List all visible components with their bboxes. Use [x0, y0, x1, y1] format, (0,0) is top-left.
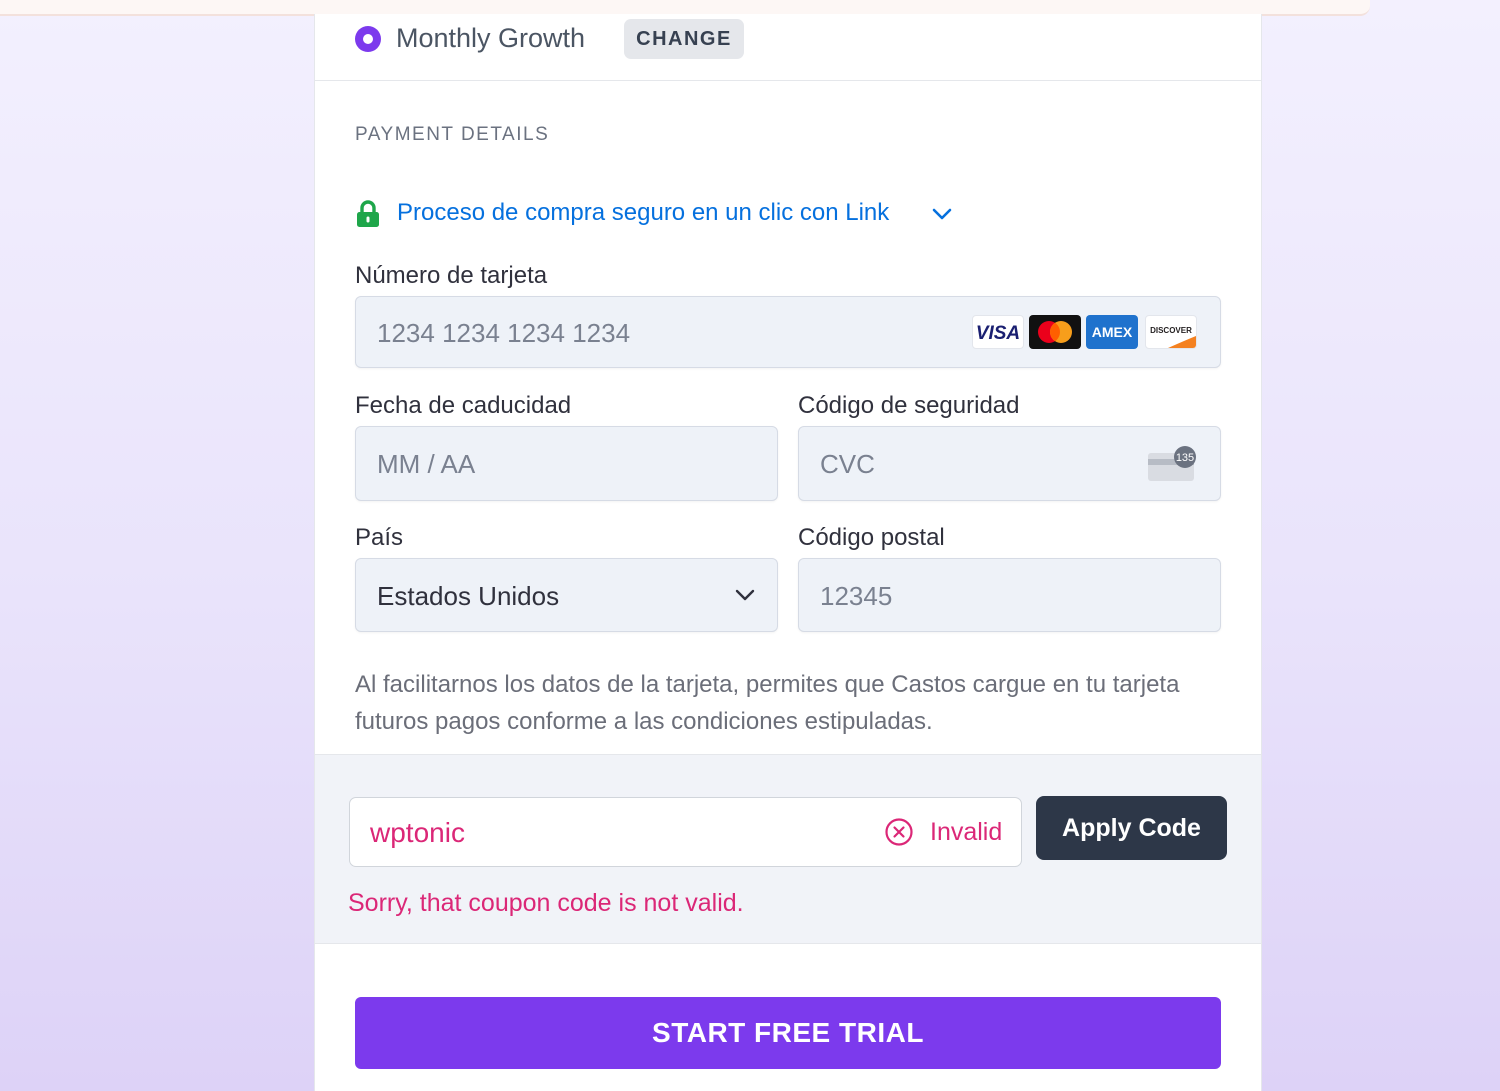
visa-brand-text: VISA — [976, 323, 1020, 344]
coupon-section: wptonic Invalid Apply Code Sorry, that c… — [315, 754, 1261, 944]
checkout-card: Monthly Growth CHANGE PAYMENT DETAILS Pr… — [314, 14, 1262, 1091]
expiry-placeholder: MM / AA — [377, 449, 476, 479]
lock-icon — [357, 200, 379, 227]
postal-label: Código postal — [798, 524, 945, 551]
country-label: País — [355, 524, 404, 551]
card-consent-text: Al facilitarnos los datos de la tarjeta,… — [355, 671, 1180, 735]
card-number-placeholder: 1234 1234 1234 1234 — [377, 318, 631, 348]
plan-name: Monthly Growth — [396, 23, 586, 53]
visa-icon: VISA — [972, 315, 1024, 349]
chevron-down-icon — [735, 589, 755, 601]
start-free-trial-button[interactable]: START FREE TRIAL — [355, 997, 1221, 1069]
change-plan-button[interactable]: CHANGE — [624, 19, 744, 59]
coupon-value: wptonic — [370, 817, 465, 848]
cvc-badge-text: 135 — [1176, 452, 1194, 464]
coupon-error-message: Sorry, that coupon code is not valid. — [348, 889, 744, 917]
country-select[interactable]: Estados Unidos — [355, 558, 778, 632]
discover-brand-text: DISCOVER — [1150, 326, 1192, 335]
discover-icon: DISCOVER — [1145, 315, 1197, 349]
postal-input[interactable]: 12345 — [798, 558, 1221, 632]
postal-placeholder: 12345 — [820, 581, 893, 611]
apply-code-button[interactable]: Apply Code — [1036, 796, 1227, 860]
selected-plan-row: Monthly Growth CHANGE — [315, 14, 1261, 81]
link-checkout-text[interactable]: Proceso de compra seguro en un clic con … — [397, 199, 889, 227]
country-value: Estados Unidos — [377, 581, 560, 611]
amex-icon: AMEX — [1086, 315, 1138, 349]
mastercard-icon — [1029, 315, 1081, 349]
expiry-label: Fecha de caducidad — [355, 392, 572, 419]
invalid-x-circle-icon — [885, 818, 913, 846]
cvc-label: Código de seguridad — [798, 392, 1020, 419]
card-number-label: Número de tarjeta — [355, 262, 548, 289]
expiry-input[interactable]: MM / AA — [355, 426, 778, 501]
payment-details-heading: PAYMENT DETAILS — [355, 124, 550, 145]
coupon-status: Invalid — [930, 818, 1003, 846]
plan-radio[interactable] — [355, 26, 381, 52]
chevron-down-icon[interactable] — [931, 206, 953, 222]
coupon-input[interactable]: wptonic Invalid — [349, 797, 1022, 867]
cvc-input[interactable]: CVC 135 — [798, 426, 1221, 501]
amex-brand-text: AMEX — [1092, 324, 1133, 340]
cvc-placeholder: CVC — [820, 449, 875, 479]
cvc-card-icon: 135 — [1148, 446, 1196, 481]
card-number-input[interactable]: 1234 1234 1234 1234 VISA AMEX DISCOVER — [355, 296, 1221, 368]
